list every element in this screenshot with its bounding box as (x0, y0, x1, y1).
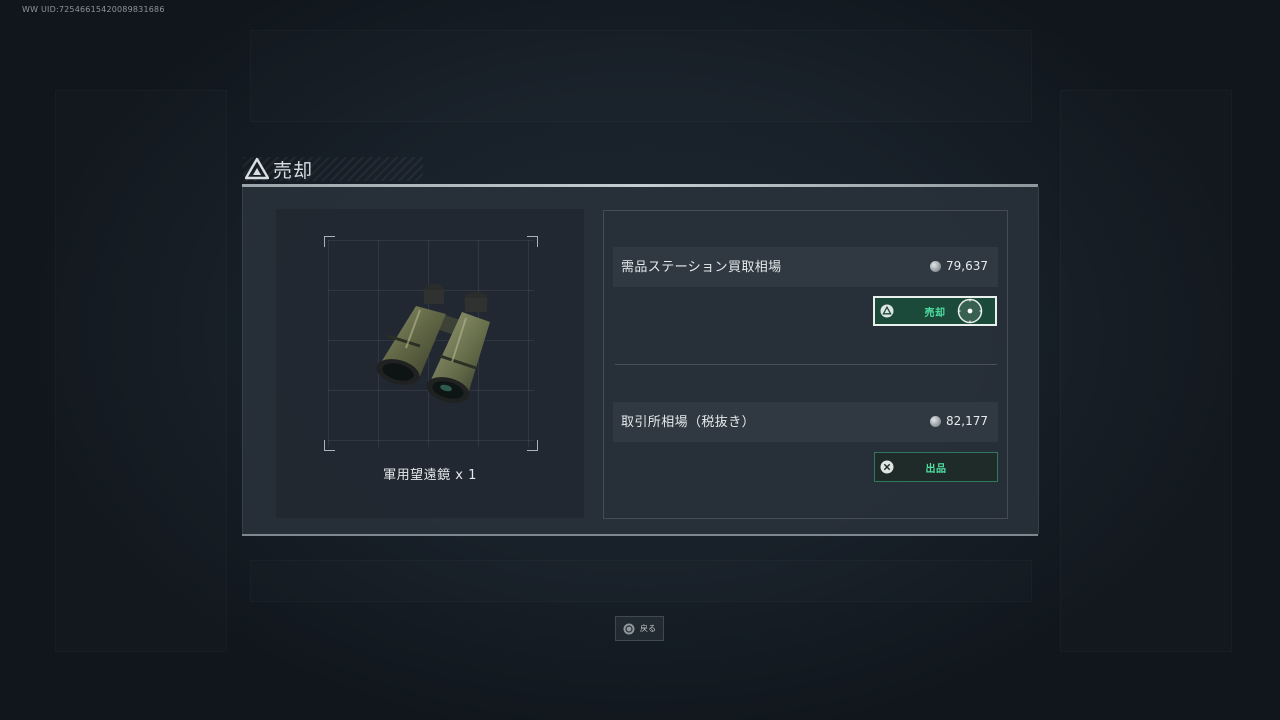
station-price-value-group: 79,637 (930, 259, 988, 273)
background-panel-right (1060, 90, 1232, 652)
item-name: 軍用望遠鏡 x 1 (383, 468, 477, 483)
binoculars-icon (376, 284, 490, 403)
back-button-label: 戻る (640, 624, 656, 633)
price-divider (615, 364, 997, 365)
circle-button-icon (623, 623, 635, 634)
frame-corner-bottom-left (324, 440, 335, 451)
station-price-row: 需品ステーション買取相場 79,637 (613, 247, 998, 287)
exchange-price-value: 82,177 (946, 414, 988, 428)
coin-icon (930, 260, 941, 272)
background-panel-top (250, 30, 1032, 122)
exchange-price-label: 取引所相場（税抜き） (621, 415, 756, 430)
frame-corner-top-left (324, 236, 335, 247)
cursor-ring-icon (957, 298, 983, 324)
list-button[interactable]: 出品 (874, 452, 998, 482)
station-price-label: 需品ステーション買取相場 (621, 260, 782, 275)
coin-icon (930, 415, 941, 427)
back-button[interactable]: 戻る (615, 616, 664, 641)
dialog-title-bar: 売却 (243, 155, 423, 183)
user-id-label: WW UID:72546615420089831686 (22, 5, 165, 14)
frame-corner-top-right (527, 236, 538, 247)
exchange-price-row: 取引所相場（税抜き） 82,177 (613, 402, 998, 442)
dialog-bottom-border (242, 534, 1038, 536)
background-panel-left (55, 90, 227, 652)
exchange-price-value-group: 82,177 (930, 414, 988, 428)
background-panel-bottom (250, 560, 1032, 602)
station-price-value: 79,637 (946, 259, 988, 273)
list-button-label: 出品 (925, 463, 947, 475)
dialog-title: 売却 (273, 159, 314, 182)
frame-corner-bottom-right (527, 440, 538, 451)
triangle-warning-icon (245, 157, 269, 180)
